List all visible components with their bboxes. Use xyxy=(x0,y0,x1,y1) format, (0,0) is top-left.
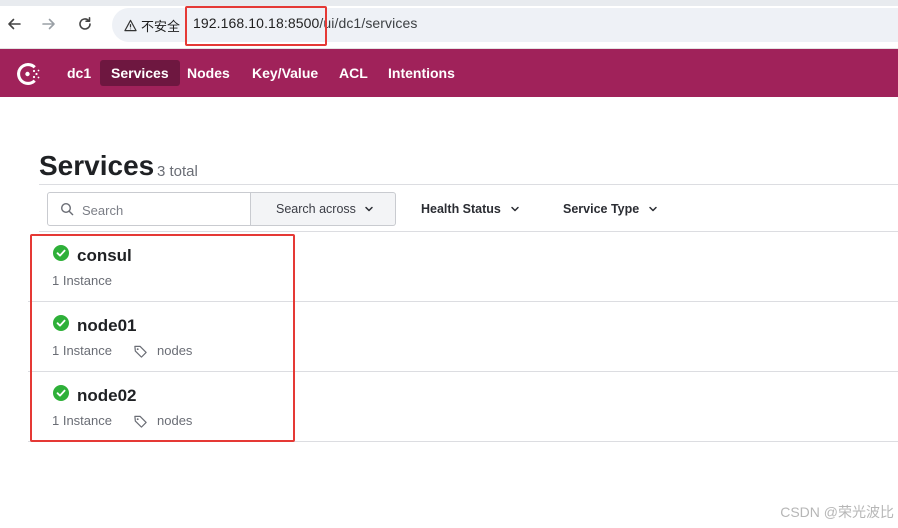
reload-icon[interactable] xyxy=(75,14,95,34)
warning-icon xyxy=(124,19,137,31)
highlight-box-services xyxy=(30,234,295,442)
back-arrow-icon[interactable] xyxy=(4,14,24,34)
chevron-down-icon xyxy=(649,206,657,212)
datacenter-selector[interactable]: dc1 xyxy=(67,65,91,81)
service-type-label: Service Type xyxy=(563,202,640,216)
tab-strip-edge xyxy=(0,0,898,6)
url-path: /ui/dc1/services xyxy=(319,15,418,31)
nav-nodes[interactable]: Nodes xyxy=(176,60,241,86)
search-across-dropdown[interactable]: Search across xyxy=(251,192,396,226)
search-icon xyxy=(60,202,74,216)
filter-toolbar: Search across Health Status Service Type xyxy=(39,184,898,232)
service-type-filter[interactable]: Service Type xyxy=(563,192,658,226)
health-status-label: Health Status xyxy=(421,202,501,216)
search-field[interactable] xyxy=(47,192,251,226)
consul-logo-icon[interactable] xyxy=(14,60,42,88)
browser-toolbar: 不安全 192.168.10.18:8500/ui/dc1/services xyxy=(0,0,898,49)
chevron-down-icon xyxy=(365,206,373,212)
services-count: 3 total xyxy=(157,163,198,180)
chevron-down-icon xyxy=(511,206,519,212)
nav-intentions[interactable]: Intentions xyxy=(377,60,466,86)
app-header: dc1 Services Nodes Key/Value ACL Intenti… xyxy=(0,49,898,97)
nav-services[interactable]: Services xyxy=(100,60,180,86)
watermark: CSDN @荣光波比 xyxy=(780,504,894,520)
security-label: 不安全 xyxy=(141,18,181,34)
security-indicator[interactable]: 不安全 xyxy=(118,13,188,37)
page-title: Services xyxy=(39,150,155,181)
search-across-label: Search across xyxy=(276,202,356,216)
forward-arrow-icon[interactable] xyxy=(39,14,59,34)
nav-acl[interactable]: ACL xyxy=(328,60,379,86)
search-input[interactable] xyxy=(82,200,242,220)
highlight-box-url xyxy=(185,6,327,46)
nav-key-value[interactable]: Key/Value xyxy=(241,60,329,86)
health-status-filter[interactable]: Health Status xyxy=(421,192,520,226)
